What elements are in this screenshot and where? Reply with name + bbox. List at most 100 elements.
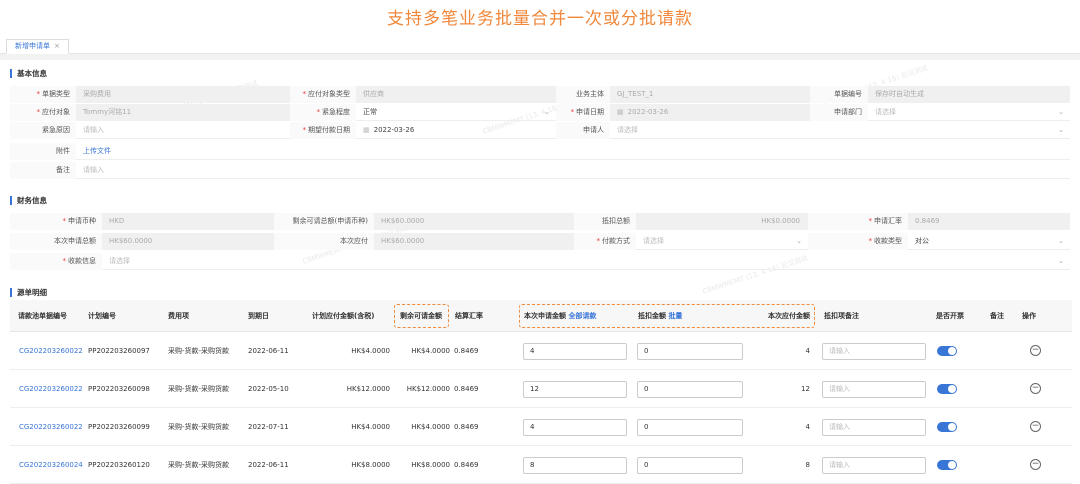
calendar-icon: ▦	[617, 108, 624, 116]
payable-amt: HK$12.0000	[346, 385, 390, 393]
doc-no-field: 保存时自动生成	[868, 86, 1070, 103]
rate-value: 0.8469	[454, 347, 479, 355]
applicant-label: 申请人	[556, 122, 610, 139]
remaining-amt: HK$4.0000	[411, 423, 450, 431]
plan-no: PP202203260097	[88, 347, 150, 355]
section-title-basic: 基本信息	[10, 69, 47, 78]
entity-label: 业务主体	[556, 86, 610, 103]
payable-amt: HK$4.0000	[351, 423, 390, 431]
dept-label: 申请部门	[810, 104, 868, 121]
dept-select[interactable]: 请选择 ⌄	[868, 104, 1070, 121]
payable-field: HK$60.0000	[374, 233, 574, 250]
form-row: * 申请币种 HKD 剩余可请总额(申请币种) HK$60.0000 抵扣总额 H…	[10, 213, 1070, 230]
recv-type-select[interactable]: 对公 ⌄	[908, 233, 1070, 250]
remove-row-icon[interactable]: −	[1030, 345, 1041, 356]
divider	[0, 54, 1080, 60]
pay-method-label: * 付款方式	[574, 233, 636, 250]
apply-amount-input[interactable]: 12	[523, 381, 627, 398]
fee-item: 采购-货款-采购货款	[168, 385, 230, 393]
payable-amt: HK$4.0000	[351, 347, 390, 355]
chevron-down-icon: ⌄	[796, 237, 802, 245]
fee-item: 采购-货款-采购货款	[168, 347, 230, 355]
this-pay-amt: 4	[805, 347, 810, 355]
src-no-link[interactable]: CG202203260022	[19, 370, 83, 408]
deduct-amount-input[interactable]: 0	[637, 381, 743, 398]
chevron-down-icon: ⌄	[544, 108, 550, 116]
remaining-amt: HK$12.0000	[406, 385, 450, 393]
col-invoice: 是否开票	[936, 312, 964, 320]
close-icon[interactable]: ×	[54, 42, 60, 50]
entity-field: GJ_TEST_1	[610, 86, 810, 103]
col-plan-no: 计划编号	[88, 312, 116, 320]
src-no-link[interactable]: CG202203260022	[19, 332, 83, 370]
apply-amount-input[interactable]: 4	[523, 343, 627, 360]
chevron-down-icon: ⌄	[1058, 237, 1064, 245]
due-date: 2022-05-10	[248, 385, 289, 393]
recv-info-select[interactable]: 请选择 ⌄	[102, 253, 1070, 270]
deduct-remark-input[interactable]: 请输入	[822, 457, 926, 474]
invoice-toggle[interactable]	[937, 384, 957, 394]
apply-total-field: HK$60.0000	[102, 233, 274, 250]
tab-bar: 新增申请单 ×	[0, 37, 1080, 54]
col-fee: 费用项	[168, 312, 189, 320]
applicant-select[interactable]: 请选择 ⌄	[610, 122, 1070, 139]
form-row: 备注 请输入	[10, 162, 1070, 179]
table-row: CG202203260022 PP202203260099 采购-货款-采购货款…	[10, 408, 1072, 446]
deduct-remark-input[interactable]: 请输入	[822, 343, 926, 360]
invoice-toggle[interactable]	[937, 422, 957, 432]
deduct-amount-input[interactable]: 0	[637, 343, 743, 360]
deduct-remark-input[interactable]: 请输入	[822, 381, 926, 398]
form-row: * 单据类型 采购费用 * 应付对象类型 供应商 业务主体 GJ_TEST_1 单据…	[10, 86, 1070, 103]
apply-date-field: ▦ 2022-03-26	[610, 104, 810, 121]
plan-no: PP202203260120	[88, 461, 150, 469]
plan-no: PP202203260098	[88, 385, 150, 393]
this-pay-amt: 8	[805, 461, 810, 469]
urgency-select[interactable]: 正常 ⌄	[356, 104, 556, 121]
page-banner-title: 支持多笔业务批量合并一次或分批请款	[387, 9, 693, 29]
remove-row-icon[interactable]: −	[1030, 383, 1041, 394]
remaining-label: 剩余可请总额(申请币种)	[274, 213, 374, 230]
currency-field: HKD	[102, 213, 274, 230]
table-row: CG202203260022 PP202203260098 采购-货款-采购货款…	[10, 370, 1072, 408]
recv-info-label: * 收款信息	[10, 253, 102, 270]
payee-label: * 应付对象	[10, 104, 76, 121]
form-row: * 收款信息 请选择 ⌄	[10, 253, 1070, 270]
src-no-link[interactable]: CG202203260022	[19, 408, 83, 446]
rate-value: 0.8469	[454, 423, 479, 431]
apply-amount-input[interactable]: 4	[523, 419, 627, 436]
apply-date-label: * 申请日期	[556, 104, 610, 121]
invoice-toggle[interactable]	[937, 460, 957, 470]
col-due: 到期日	[248, 312, 269, 320]
urgent-reason-input[interactable]: 请输入	[76, 122, 290, 139]
deduct-remark-input[interactable]: 请输入	[822, 419, 926, 436]
payable-amt: HK$8.0000	[351, 461, 390, 469]
doc-type-label: * 单据类型	[10, 86, 76, 103]
doc-no-label: 单据编号	[810, 86, 868, 103]
deduct-amount-input[interactable]: 0	[637, 419, 743, 436]
table-row: CG202203260024 PP202203260120 采购-货款-采购货款…	[10, 446, 1072, 484]
payee-field: Tommy河铭11	[76, 104, 290, 121]
invoice-toggle[interactable]	[937, 346, 957, 356]
deduct-amount-input[interactable]: 0	[637, 457, 743, 474]
rate-label: * 申请汇率	[808, 213, 908, 230]
remark-input[interactable]: 请输入	[76, 162, 1070, 179]
fee-item: 采购-货款-采购货款	[168, 423, 230, 431]
urgency-label: * 紧急程度	[290, 104, 356, 121]
pay-method-select[interactable]: 请选择 ⌄	[636, 233, 808, 250]
apply-total-label: 本次申请总额	[10, 233, 102, 250]
upload-file-link[interactable]: 上传文件	[76, 143, 196, 160]
due-date: 2022-06-11	[248, 461, 289, 469]
col-payable-tax: 计划应付金额(含税)	[312, 312, 375, 320]
deduct-total-label: 抵扣总额	[574, 213, 636, 230]
remove-row-icon[interactable]: −	[1030, 421, 1041, 432]
payee-type-field: 供应商	[356, 86, 556, 103]
src-no-link[interactable]: CG202203260024	[19, 446, 83, 484]
tab-new-request[interactable]: 新增申请单 ×	[6, 39, 69, 54]
apply-amount-input[interactable]: 8	[523, 457, 627, 474]
section-title-finance: 财务信息	[10, 196, 47, 205]
expected-pay-date[interactable]: ▦ 2022-03-26	[356, 122, 556, 139]
remove-row-icon[interactable]: −	[1030, 459, 1041, 470]
remark-label: 备注	[10, 162, 76, 179]
due-date: 2022-07-11	[248, 423, 289, 431]
form-row: 本次申请总额 HK$60.0000 本次应付 HK$60.0000 * 付款方式 …	[10, 233, 1070, 250]
